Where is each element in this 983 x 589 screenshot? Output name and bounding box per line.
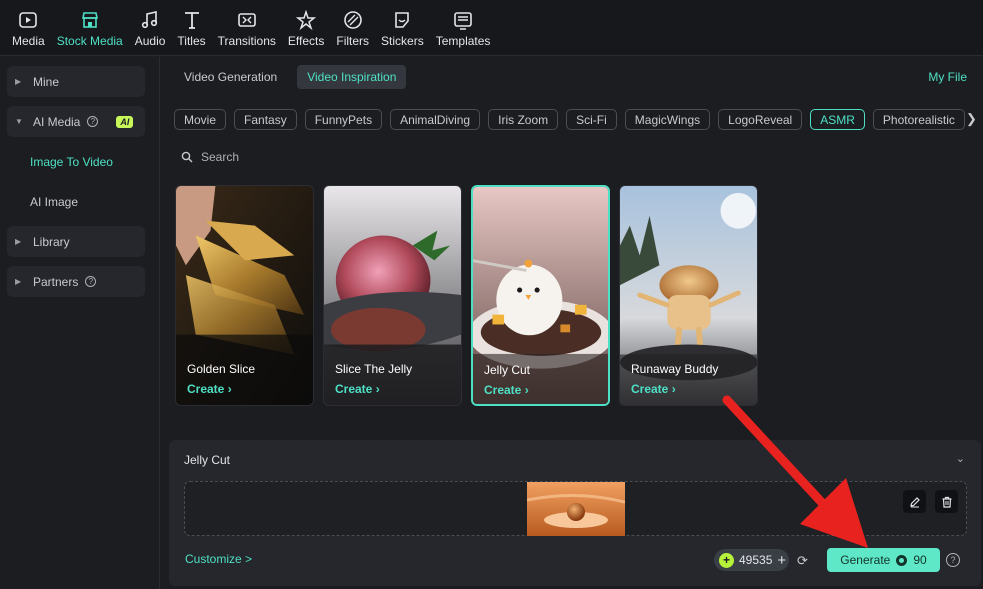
- card-golden-slice[interactable]: Golden Slice Create ›: [175, 185, 314, 406]
- sidebar-item-library[interactable]: ▶ Library: [7, 226, 145, 257]
- chip-logoreveal[interactable]: LogoReveal: [718, 109, 803, 130]
- toolbar-transitions[interactable]: Transitions: [212, 0, 282, 56]
- top-toolbar: Media Stock Media Audio Titles Transitio…: [0, 0, 983, 56]
- credits-balance[interactable]: + 49535 +: [714, 549, 789, 571]
- image-upload-area[interactable]: [184, 481, 967, 536]
- card-create-link[interactable]: Create ›: [335, 382, 380, 396]
- transition-icon: [236, 9, 258, 31]
- uploaded-image-thumbnail: [527, 482, 625, 536]
- caret-right-icon: ▶: [15, 237, 22, 246]
- tab-video-inspiration[interactable]: Video Inspiration: [297, 65, 407, 89]
- music-icon: [139, 9, 161, 31]
- generate-label: Generate: [840, 553, 891, 567]
- coin-icon: [896, 554, 908, 566]
- sidebar-item-label: AI Media: [33, 114, 81, 129]
- generate-button[interactable]: Generate 90: [827, 548, 940, 572]
- caret-right-icon: ▶: [15, 277, 22, 286]
- toolbar-titles[interactable]: Titles: [171, 0, 211, 56]
- toolbar-label: Titles: [177, 34, 206, 48]
- panel-title: Jelly Cut: [184, 453, 231, 467]
- toolbar-filters[interactable]: Filters: [330, 0, 375, 56]
- sidebar-item-label: Library: [33, 234, 70, 249]
- sidebar-item-partners[interactable]: ▶ Partners ?: [7, 266, 145, 297]
- toolbar-effects[interactable]: Effects: [282, 0, 330, 56]
- chip-funnypets[interactable]: FunnyPets: [304, 109, 383, 130]
- chevron-down-icon[interactable]: ⌄: [956, 452, 965, 465]
- card-slice-the-jelly[interactable]: Slice The Jelly Create ›: [323, 185, 462, 406]
- sidebar-item-label: Mine: [33, 74, 60, 89]
- card-title: Slice The Jelly: [335, 362, 413, 376]
- generation-panel: Jelly Cut ⌄ Customize > + 49535 + ⟳ Gene…: [169, 440, 981, 586]
- credits-value: 49535: [739, 553, 773, 567]
- help-icon[interactable]: ?: [87, 116, 99, 127]
- chip-fantasy[interactable]: Fantasy: [234, 109, 297, 130]
- refresh-icon[interactable]: ⟳: [797, 553, 808, 569]
- card-title: Runaway Buddy: [631, 362, 719, 376]
- toolbar-stickers[interactable]: Stickers: [375, 0, 430, 56]
- add-credits-icon[interactable]: +: [777, 552, 786, 569]
- category-chips: Movie Fantasy FunnyPets AnimalDiving Iri…: [174, 109, 965, 131]
- toolbar-label: Media: [12, 34, 45, 48]
- sticker-icon: [391, 9, 413, 31]
- generate-cost: 90: [913, 553, 927, 567]
- toolbar-label: Stickers: [381, 34, 424, 48]
- credit-icon: +: [719, 552, 734, 568]
- tab-video-generation[interactable]: Video Generation: [174, 65, 287, 89]
- text-icon: [181, 9, 203, 31]
- my-file-link[interactable]: My File: [928, 70, 967, 84]
- edit-button[interactable]: [903, 490, 926, 513]
- card-runaway-buddy[interactable]: Runaway Buddy Create ›: [619, 185, 758, 406]
- delete-button[interactable]: [935, 490, 958, 513]
- search-icon: [181, 151, 193, 163]
- card-create-link[interactable]: Create ›: [631, 382, 676, 396]
- sidebar-item-label: Partners: [33, 274, 79, 289]
- pencil-icon: [909, 496, 920, 507]
- sidebar-item-ai-media[interactable]: ▼ AI Media ? AI: [7, 106, 145, 137]
- toolbar-media[interactable]: Media: [6, 0, 51, 56]
- caret-right-icon: ▶: [15, 77, 22, 86]
- chevron-right-icon[interactable]: ❯: [966, 111, 977, 127]
- caret-down-icon: ▼: [15, 117, 23, 126]
- chip-animaldiving[interactable]: AnimalDiving: [390, 109, 481, 130]
- toolbar-templates[interactable]: Templates: [430, 0, 497, 56]
- trash-icon: [942, 496, 951, 508]
- card-title: Jelly Cut: [484, 363, 531, 377]
- chip-iris-zoom[interactable]: Iris Zoom: [488, 109, 559, 130]
- store-icon: [79, 9, 101, 31]
- filter-icon: [342, 9, 364, 31]
- ai-badge: AI: [116, 115, 134, 128]
- chip-sci-fi[interactable]: Sci-Fi: [566, 109, 617, 130]
- sidebar-item-ai-image[interactable]: AI Image: [30, 195, 78, 209]
- chip-magicwings[interactable]: MagicWings: [624, 109, 711, 130]
- toolbar-label: Transitions: [217, 34, 276, 48]
- card-create-link[interactable]: Create ›: [187, 382, 232, 396]
- customize-link[interactable]: Customize >: [185, 552, 252, 566]
- card-create-link[interactable]: Create ›: [484, 383, 529, 397]
- media-icon: [17, 9, 39, 31]
- toolbar-audio[interactable]: Audio: [129, 0, 172, 56]
- search-field[interactable]: Search: [181, 150, 239, 164]
- toolbar-label: Filters: [336, 34, 370, 48]
- toolbar-label: Templates: [435, 34, 491, 48]
- card-title: Golden Slice: [187, 362, 256, 376]
- chip-asmr[interactable]: ASMR: [810, 109, 865, 130]
- toolbar-label: Audio: [134, 34, 166, 48]
- chip-movie[interactable]: Movie: [174, 109, 227, 130]
- sidebar-item-image-to-video[interactable]: Image To Video: [30, 155, 113, 169]
- toolbar-stock-media[interactable]: Stock Media: [51, 0, 129, 56]
- help-icon[interactable]: ?: [946, 553, 960, 567]
- chip-photorealistic[interactable]: Photorealistic: [872, 109, 965, 130]
- help-icon[interactable]: ?: [85, 276, 97, 287]
- card-jelly-cut[interactable]: Jelly Cut Create ›: [471, 185, 610, 406]
- effects-icon: [295, 9, 317, 31]
- toolbar-label: Effects: [287, 34, 325, 48]
- content-tabs: Video Generation Video Inspiration: [174, 65, 407, 89]
- template-icon: [452, 9, 474, 31]
- search-placeholder: Search: [201, 150, 240, 164]
- toolbar-label: Stock Media: [56, 34, 123, 48]
- inspiration-cards: Golden Slice Create › Slice The Jelly Cr…: [175, 185, 758, 406]
- sidebar-item-mine[interactable]: ▶ Mine: [7, 66, 145, 97]
- sidebar: ▶ Mine ▼ AI Media ? AI Image To Video AI…: [0, 57, 160, 589]
